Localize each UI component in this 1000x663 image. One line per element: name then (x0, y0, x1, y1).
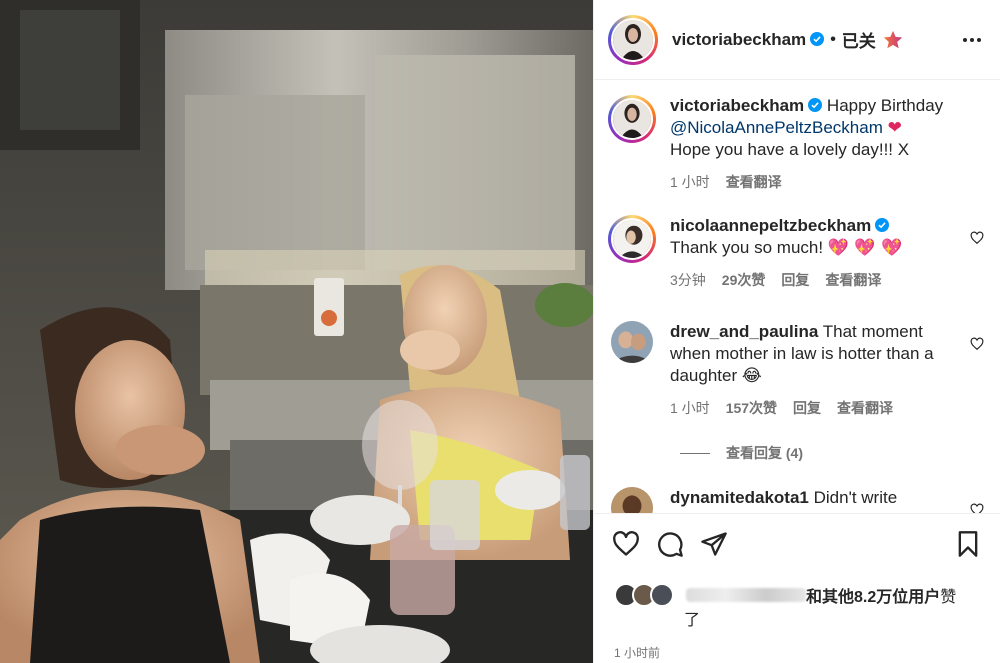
view-replies-label: 查看回复 (4) (726, 445, 803, 461)
comment-avatar[interactable] (608, 215, 656, 263)
caption-meta: 1 小时 查看翻译 (670, 171, 990, 193)
comment-like-heart-icon[interactable] (970, 503, 984, 513)
post-photo-image (0, 0, 593, 663)
verified-badge-icon (810, 31, 825, 46)
caption-mention-link[interactable]: @NicolaAnnePeltzBeckham (670, 118, 883, 137)
verified-badge-icon (808, 98, 823, 112)
post-actions-section: 和其他8.2万位用户 赞 了 1 小时前 (594, 513, 1000, 663)
comment-item: drew_and_paulina That moment when mother… (608, 321, 990, 419)
replies-line (680, 452, 710, 454)
caption-time[interactable]: 1 小时 (670, 171, 710, 193)
following-button[interactable]: 已关注 (842, 27, 876, 52)
comment-meta: 1 小时 157次赞 回复 查看翻译 (670, 397, 990, 419)
caption-avatar[interactable] (608, 95, 656, 143)
save-bookmark-icon[interactable] (954, 530, 982, 558)
separator-dot: • (830, 30, 836, 48)
comment-username[interactable]: dynamitedakota1 (670, 488, 809, 507)
comment-bubble-icon[interactable] (656, 530, 684, 558)
verified-badge-icon (875, 218, 890, 232)
comment-translate-button[interactable]: 查看翻译 (825, 269, 881, 291)
caption-heart-emoji: ❤ (887, 118, 902, 138)
comment-meta: 3分钟 29次赞 回复 查看翻译 (670, 269, 990, 291)
likes-count-text[interactable]: 和其他8.2万位用户 (806, 583, 940, 607)
comments-list[interactable]: victoriabeckham Happy Birthday @NicolaAn… (594, 81, 1000, 513)
author-username[interactable]: victoriabeckham (672, 30, 825, 50)
caption-body: victoriabeckham Happy Birthday @NicolaAn… (670, 95, 990, 193)
comment-time[interactable]: 1 小时 (670, 397, 710, 419)
caption-text-2: Hope you have a lovely day!!! X (670, 140, 910, 159)
posted-time[interactable]: 1 小时前 (594, 630, 1000, 663)
post-photo[interactable] (0, 0, 593, 663)
comment-avatar[interactable] (611, 487, 653, 513)
comment-body: nicolaannepeltzbeckham Thank you so much… (670, 215, 990, 291)
author-avatar[interactable] (608, 14, 658, 65)
caption-translate-button[interactable]: 查看翻译 (726, 171, 782, 193)
comment-item: nicolaannepeltzbeckham Thank you so much… (608, 215, 990, 291)
blurred-liker-name (686, 588, 806, 602)
comment-likes[interactable]: 157次赞 (726, 397, 777, 419)
comment-time[interactable]: 3分钟 (670, 269, 706, 291)
comment-body: dynamitedakota1 Didn't write (670, 487, 990, 513)
liker-avatar (650, 583, 674, 607)
likes-suffix-1: 赞 (940, 589, 957, 606)
comment-username[interactable]: nicolaannepeltzbeckham (670, 216, 871, 235)
comment-username[interactable]: drew_and_paulina (670, 322, 818, 341)
comment-text: Thank you so much! (670, 238, 824, 257)
like-heart-icon[interactable] (612, 530, 640, 558)
caption-username[interactable]: victoriabeckham (670, 96, 804, 115)
comment-text: Didn't write (813, 488, 898, 507)
comment-body: drew_and_paulina That moment when mother… (670, 321, 990, 419)
comment-like-heart-icon[interactable] (970, 231, 984, 245)
comment-emoji: 💖 💖 💖 (827, 238, 903, 258)
more-options-icon[interactable] (960, 28, 984, 52)
caption-text-1: Happy Birthday (826, 96, 944, 115)
share-paper-plane-icon[interactable] (700, 530, 728, 558)
comment-avatar[interactable] (611, 321, 653, 363)
comment-reply-button[interactable]: 回复 (793, 397, 821, 419)
caption: victoriabeckham Happy Birthday @NicolaAn… (608, 95, 990, 193)
action-bar (594, 514, 1000, 574)
favorite-star-icon[interactable] (882, 29, 904, 51)
post-side-panel: victoriabeckham • 已关注 victoriabeckham Ha… (593, 0, 1000, 663)
comment-emoji: 😂 (741, 366, 762, 386)
likes-suffix-2: 了 (684, 612, 701, 629)
comment-item: dynamitedakota1 Didn't write (608, 487, 990, 513)
comment-likes[interactable]: 29次赞 (722, 269, 766, 291)
comment-translate-button[interactable]: 查看翻译 (837, 397, 893, 419)
liker-avatars (614, 583, 674, 607)
view-replies-button[interactable]: 查看回复 (4) (680, 443, 803, 463)
post-header: victoriabeckham • 已关注 (594, 0, 1000, 80)
comment-reply-button[interactable]: 回复 (781, 269, 809, 291)
comment-like-heart-icon[interactable] (970, 337, 984, 351)
author-username-text[interactable]: victoriabeckham (672, 30, 806, 49)
